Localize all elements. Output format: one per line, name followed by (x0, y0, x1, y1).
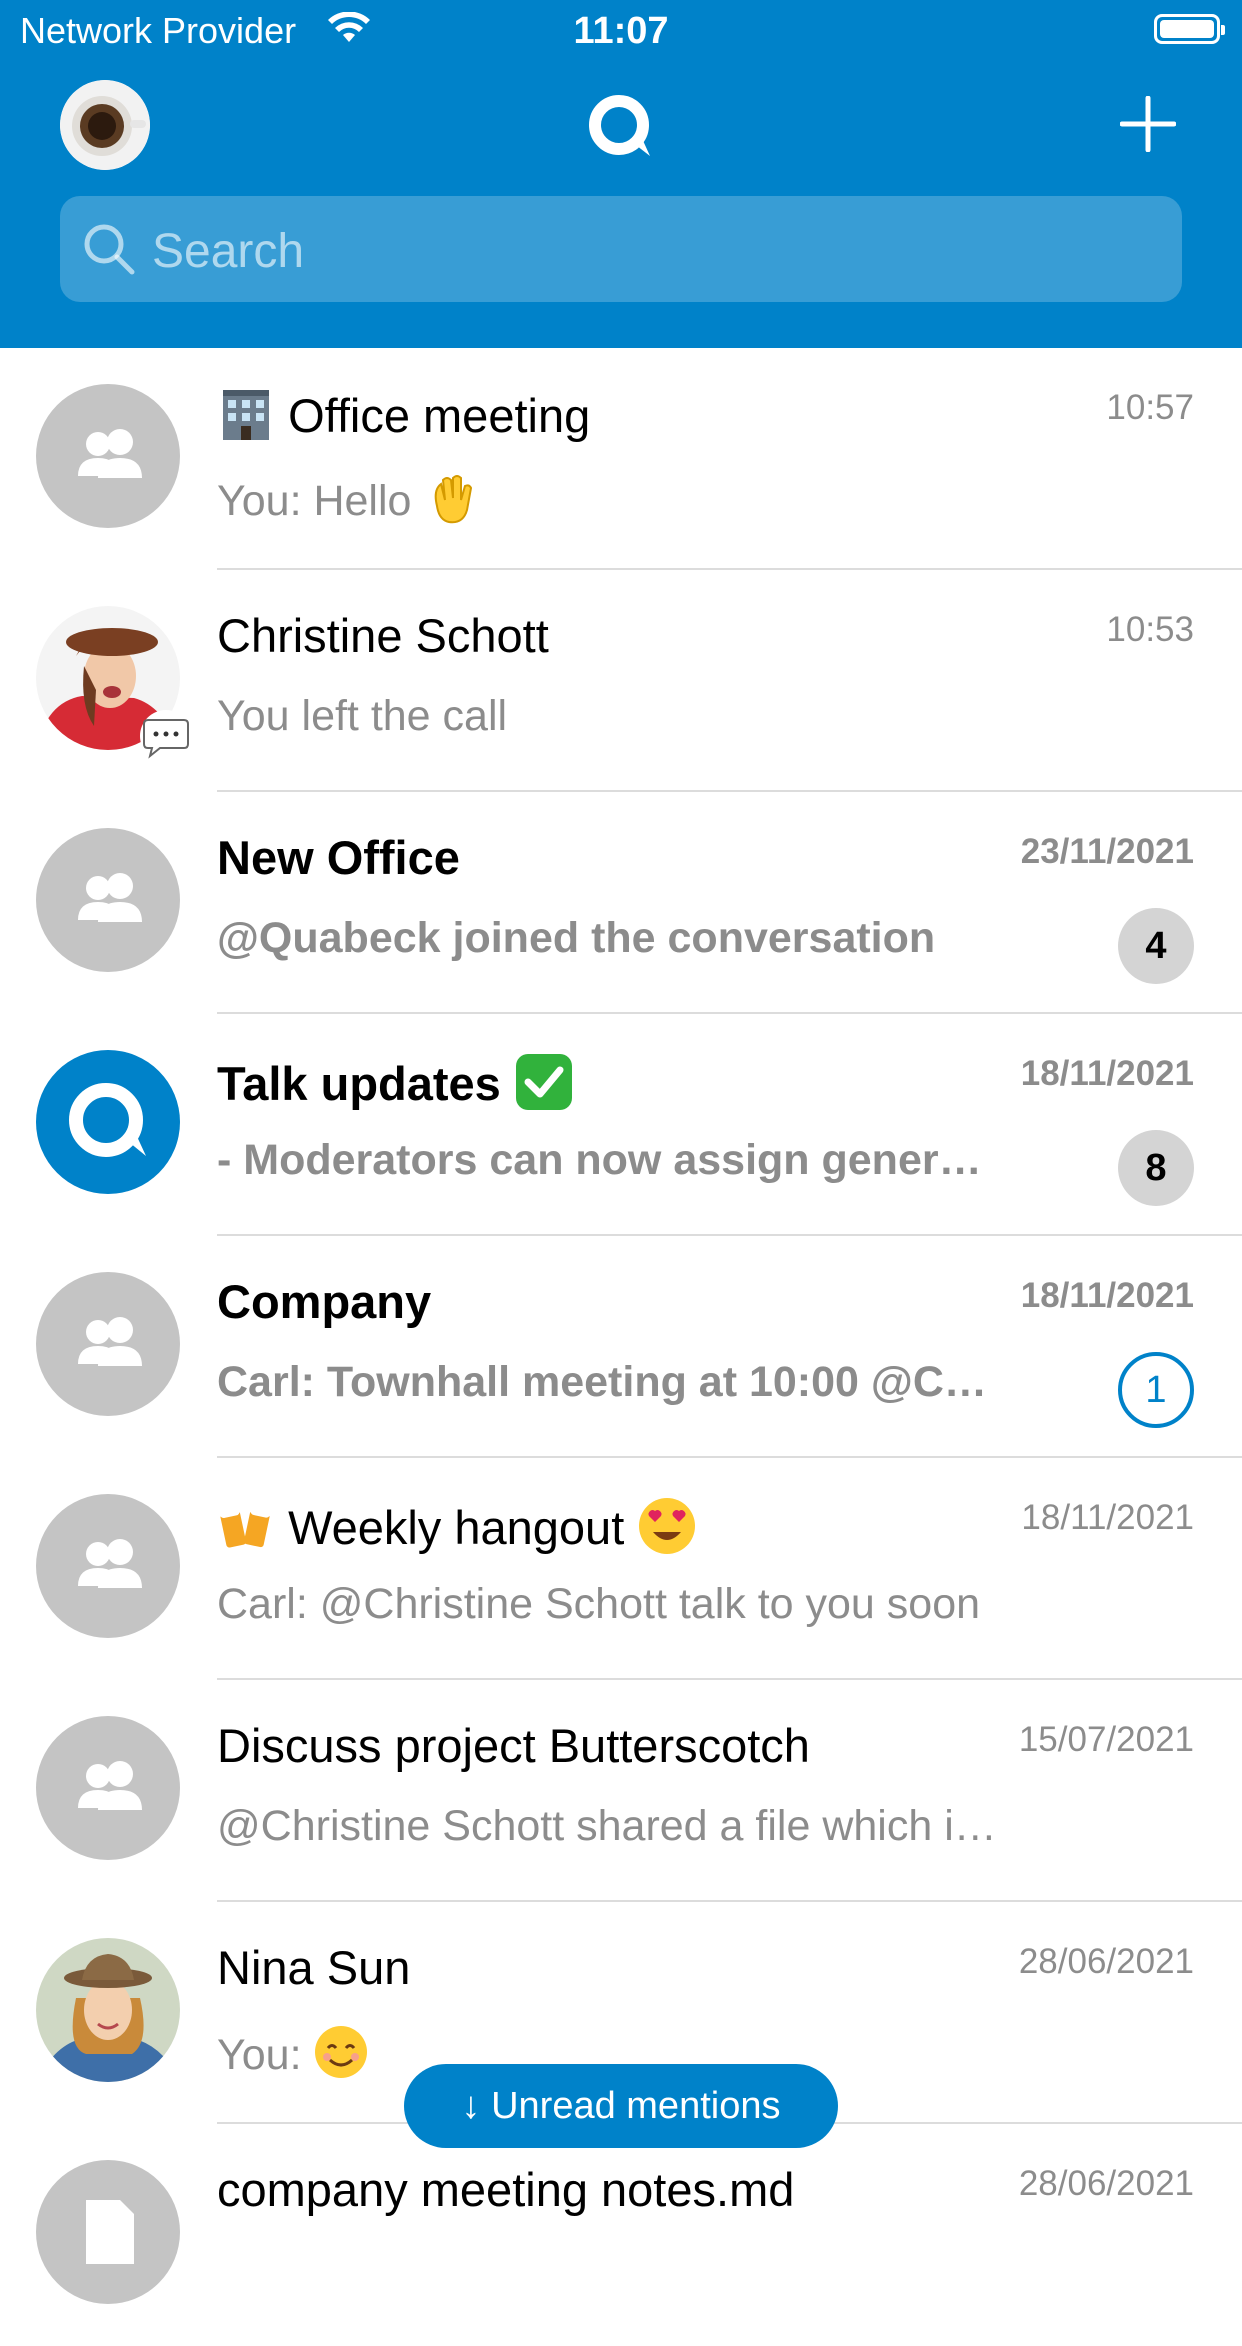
talk-logo-icon (586, 94, 656, 165)
conversation-preview: @Quabeck joined the conversation (217, 914, 936, 962)
conversation-title: company meeting notes.md (217, 2163, 795, 2216)
check-mark-emoji-icon (514, 1052, 574, 1123)
file-avatar (36, 2160, 180, 2304)
conversation-title: Talk updates (217, 1052, 574, 1123)
conversation-preview-text: You: (217, 2030, 302, 2079)
conversation-list: Office meeting You: Hello 10:57 Christin… (0, 348, 1242, 2346)
group-icon (78, 429, 142, 478)
conversation-preview: Carl: Townhall meeting at 10:00 @C… (217, 1358, 987, 1406)
group-avatar (36, 1716, 180, 1860)
conversation-title: Weekly hangout (217, 1496, 697, 1567)
heart-eyes-emoji-icon (637, 1496, 697, 1567)
group-avatar (36, 1494, 180, 1638)
conversation-date: 28/06/2021 (1018, 2164, 1194, 2203)
conversation-title: Discuss project Butterscotch (217, 1719, 810, 1772)
conversation-preview: @Christine Schott shared a file which i… (217, 1802, 997, 1850)
conversation-title-text: Talk updates (217, 1056, 501, 1110)
talk-avatar (36, 1050, 180, 1194)
talk-logo-icon (69, 1083, 146, 1157)
search-input[interactable]: Search (60, 196, 1182, 302)
conversation-preview: - Moderators can now assign gener… (217, 1136, 982, 1184)
waving-hand-emoji-icon (423, 470, 479, 537)
group-avatar (36, 828, 180, 972)
group-icon (78, 1761, 142, 1810)
conversation-date: 10:53 (1106, 610, 1194, 649)
conversation-row[interactable]: Discuss project Butterscotch @Christine … (0, 1680, 1242, 1902)
conversation-preview-text: You: Hello (217, 476, 412, 525)
user-avatar (36, 606, 192, 762)
conversation-row[interactable]: Company Carl: Townhall meeting at 10:00 … (0, 1236, 1242, 1458)
conversation-title-text: Office meeting (288, 388, 591, 442)
conversation-row[interactable]: New Office @Quabeck joined the conversat… (0, 792, 1242, 1014)
conversation-title: Nina Sun (217, 1941, 411, 1994)
battery-icon (1154, 14, 1225, 44)
conversation-date: 23/11/2021 (1020, 832, 1194, 871)
conversation-date: 28/06/2021 (1018, 1942, 1194, 1981)
new-conversation-button[interactable] (1119, 95, 1177, 157)
building-emoji-icon (217, 386, 275, 453)
clinking-beer-mugs-emoji-icon (217, 1498, 275, 1565)
conversation-date: 10:57 (1106, 388, 1194, 427)
group-avatar (36, 384, 180, 528)
plus-icon (1119, 95, 1177, 153)
conversation-preview: You: (217, 2024, 369, 2091)
conversation-title-text: Weekly hangout (288, 1500, 625, 1554)
conversation-preview: You: Hello (217, 470, 479, 537)
group-icon (78, 1317, 142, 1366)
search-icon (82, 222, 138, 283)
group-icon (78, 1539, 142, 1588)
profile-avatar-button[interactable] (60, 80, 150, 170)
unread-count-badge: 4 (1118, 908, 1194, 984)
conversation-title: Company (217, 1275, 432, 1328)
conversation-date: 18/11/2021 (1020, 1276, 1194, 1315)
conversation-row[interactable]: Talk updates - Moderators can now assign… (0, 1014, 1242, 1236)
mention-count-badge: 1 (1118, 1352, 1194, 1428)
clock: 11:07 (573, 10, 669, 52)
group-avatar (36, 1272, 180, 1416)
conversation-preview: Carl: @Christine Schott talk to you soon (217, 1580, 981, 1628)
app-header: Network Provider 11:07 Search (0, 0, 1242, 348)
group-icon (78, 873, 142, 922)
conversation-row[interactable]: Office meeting You: Hello 10:57 (0, 348, 1242, 570)
conversation-date: 15/07/2021 (1018, 1720, 1194, 1759)
conversation-title: New Office (217, 831, 460, 884)
conversation-preview: You left the call (217, 692, 508, 740)
unread-mentions-button[interactable]: ↓ Unread mentions (404, 2064, 838, 2148)
user-avatar (36, 1938, 180, 2082)
unread-count-badge: 8 (1118, 1130, 1194, 1206)
conversation-row[interactable]: Weekly hangout Carl: @Christine Schott t… (0, 1458, 1242, 1680)
conversation-title: Christine Schott (217, 609, 549, 662)
file-icon (86, 2200, 134, 2264)
conversation-row[interactable]: company meeting notes.md 28/06/2021 (0, 2124, 1242, 2346)
search-placeholder: Search (152, 225, 305, 278)
conversation-row[interactable]: Christine Schott You left the call 10:53 (0, 570, 1242, 792)
conversation-title: Office meeting (217, 386, 590, 453)
conversation-date: 18/11/2021 (1021, 1498, 1194, 1537)
conversation-date: 18/11/2021 (1020, 1054, 1194, 1093)
smiling-face-emoji-icon (313, 2024, 369, 2091)
status-bar: Network Provider 11:07 (0, 0, 1242, 62)
